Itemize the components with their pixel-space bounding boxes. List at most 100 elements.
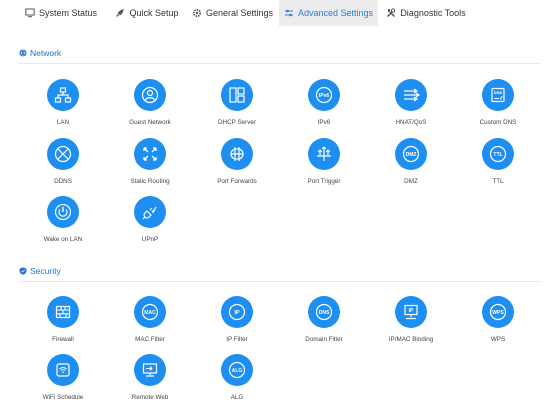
ddns-tile-circle (47, 138, 79, 170)
tile-custom-dns[interactable]: DNS Custom DNS (458, 79, 538, 137)
ttl-icon: TTL (489, 145, 507, 163)
tile-label: Static Routing (130, 178, 170, 185)
custom-dns-icon-text: DNS (494, 90, 503, 95)
alg-icon-text: ALG (232, 368, 243, 374)
tile-label: IPv6 (317, 119, 331, 126)
tile-label: WPS (490, 336, 506, 343)
tile-mac-filter[interactable]: MAC MAC Filter (110, 296, 190, 354)
ipv6-tile-circle: IPv6 (308, 79, 340, 111)
tile-label: IP/MAC Binding (388, 336, 434, 343)
dhcp-server-tile-circle (221, 79, 253, 111)
tile-label: Port Forwards (217, 178, 257, 185)
port-forwards-tile-circle (221, 138, 253, 170)
custom-dns-icon: DNS (491, 87, 505, 103)
ip-filter-tile-circle: IP (221, 296, 253, 328)
port-trigger-tile-circle (308, 138, 340, 170)
tab-label: General Settings (205, 8, 274, 18)
tile-ip-mac-binding[interactable]: IP IP/MAC Binding (371, 296, 451, 354)
wake-on-lan-icon (54, 203, 72, 221)
ip-mac-binding-icon-text: IP (409, 308, 414, 314)
remote-web-tile-circle (134, 354, 166, 386)
tile-wake-on-lan[interactable]: Wake on LAN (23, 196, 103, 254)
firewall-icon (55, 305, 71, 319)
tab-general-settings[interactable]: General Settings (186, 0, 279, 26)
upnp-tile-circle (134, 196, 166, 228)
tile-port-trigger[interactable]: Port Trigger (284, 138, 364, 196)
shield-icon (19, 267, 27, 275)
guest-network-icon (141, 86, 159, 104)
gear-icon (192, 8, 202, 18)
mac-filter-icon: MAC (141, 303, 159, 321)
tile-upnp[interactable]: UPnP (110, 196, 190, 254)
tab-label: Diagnostic Tools (400, 8, 466, 18)
tab-diagnostic-tools[interactable]: Diagnostic Tools (378, 0, 474, 26)
remote-web-icon (142, 363, 158, 377)
mac-filter-tile-circle: MAC (134, 296, 166, 328)
section-title-network: Network (19, 48, 61, 58)
tile-port-forwards[interactable]: Port Forwards (197, 138, 277, 196)
ip-filter-icon-text: IP (234, 310, 240, 316)
ttl-icon-text: TTL (493, 152, 502, 158)
domain-filter-icon-text: DNS (319, 310, 330, 316)
tile-dhcp-server[interactable]: DHCP Server (197, 79, 277, 137)
tile-dmz[interactable]: DMZ DMZ (371, 138, 451, 196)
tile-label: Domain Filter (305, 336, 343, 343)
tile-domain-filter[interactable]: DNS Domain Filter (284, 296, 364, 354)
tile-label: Firewall (52, 336, 74, 343)
tile-static-routing[interactable]: Static Routing (110, 138, 190, 196)
tile-label: ALG (230, 394, 244, 401)
tab-advanced-settings[interactable]: Advanced Settings (279, 0, 378, 26)
section-divider (19, 63, 540, 64)
ttl-tile-circle: TTL (482, 138, 514, 170)
lan-tile-circle (47, 79, 79, 111)
tile-label: DMZ (404, 178, 418, 185)
tile-ddns[interactable]: DDNS (23, 138, 103, 196)
alg-icon: ALG (228, 361, 246, 379)
tile-ttl[interactable]: TTL TTL (458, 138, 538, 196)
tile-lan[interactable]: LAN (23, 79, 103, 137)
tile-label: UPnP (141, 236, 159, 243)
wake-on-lan-tile-circle (47, 196, 79, 228)
tile-label: IP Filter (226, 336, 248, 343)
wps-icon: WPS (489, 303, 507, 321)
tile-wps[interactable]: WPS WPS (458, 296, 538, 354)
tab-system-status[interactable]: System Status (14, 0, 108, 26)
wifi-schedule-icon (56, 363, 70, 377)
tile-guest-network[interactable]: Guest Network (110, 79, 190, 137)
rocket-icon (116, 9, 125, 17)
ipv6-icon-text: IPv6 (319, 93, 330, 99)
tile-hnat-qos[interactable]: HNAT/QoS (371, 79, 451, 137)
tile-label: TTL (492, 178, 504, 185)
hnat-qos-tile-circle (395, 79, 427, 111)
guest-network-tile-circle (134, 79, 166, 111)
wps-icon-text: WPS (492, 310, 504, 316)
port-forwards-icon (230, 147, 244, 161)
ip-filter-icon: IP (228, 303, 246, 321)
wps-tile-circle: WPS (482, 296, 514, 328)
ip-mac-binding-icon: IP (404, 304, 418, 320)
tile-label: Custom DNS (479, 119, 517, 126)
tile-wifi-schedule[interactable]: WiFi Schedule (23, 354, 103, 409)
static-routing-tile-circle (134, 138, 166, 170)
upnp-icon (142, 206, 157, 220)
tile-label: Port Trigger (307, 178, 341, 185)
tile-ipv6[interactable]: IPv6 IPv6 (284, 79, 364, 137)
domain-filter-icon: DNS (315, 303, 333, 321)
ipv6-icon: IPv6 (315, 86, 333, 104)
section-title-text: Security (30, 266, 61, 276)
domain-filter-tile-circle: DNS (308, 296, 340, 328)
section-title-text: Network (30, 48, 62, 58)
tools-icon (387, 8, 396, 18)
tile-remote-web[interactable]: Remote Web (110, 354, 190, 409)
mac-filter-icon-text: MAC (144, 310, 156, 316)
wifi-schedule-tile-circle (47, 354, 79, 386)
static-routing-icon (143, 147, 157, 161)
tile-alg[interactable]: ALG ALG (197, 354, 277, 409)
tile-firewall[interactable]: Firewall (23, 296, 103, 354)
sliders-icon (284, 9, 293, 17)
tab-quick-setup[interactable]: Quick Setup (108, 0, 186, 26)
tab-label: Quick Setup (129, 8, 179, 18)
top-nav: System Status Quick Setup General Settin… (0, 0, 560, 26)
firewall-tile-circle (47, 296, 79, 328)
tile-ip-filter[interactable]: IP IP Filter (197, 296, 277, 354)
